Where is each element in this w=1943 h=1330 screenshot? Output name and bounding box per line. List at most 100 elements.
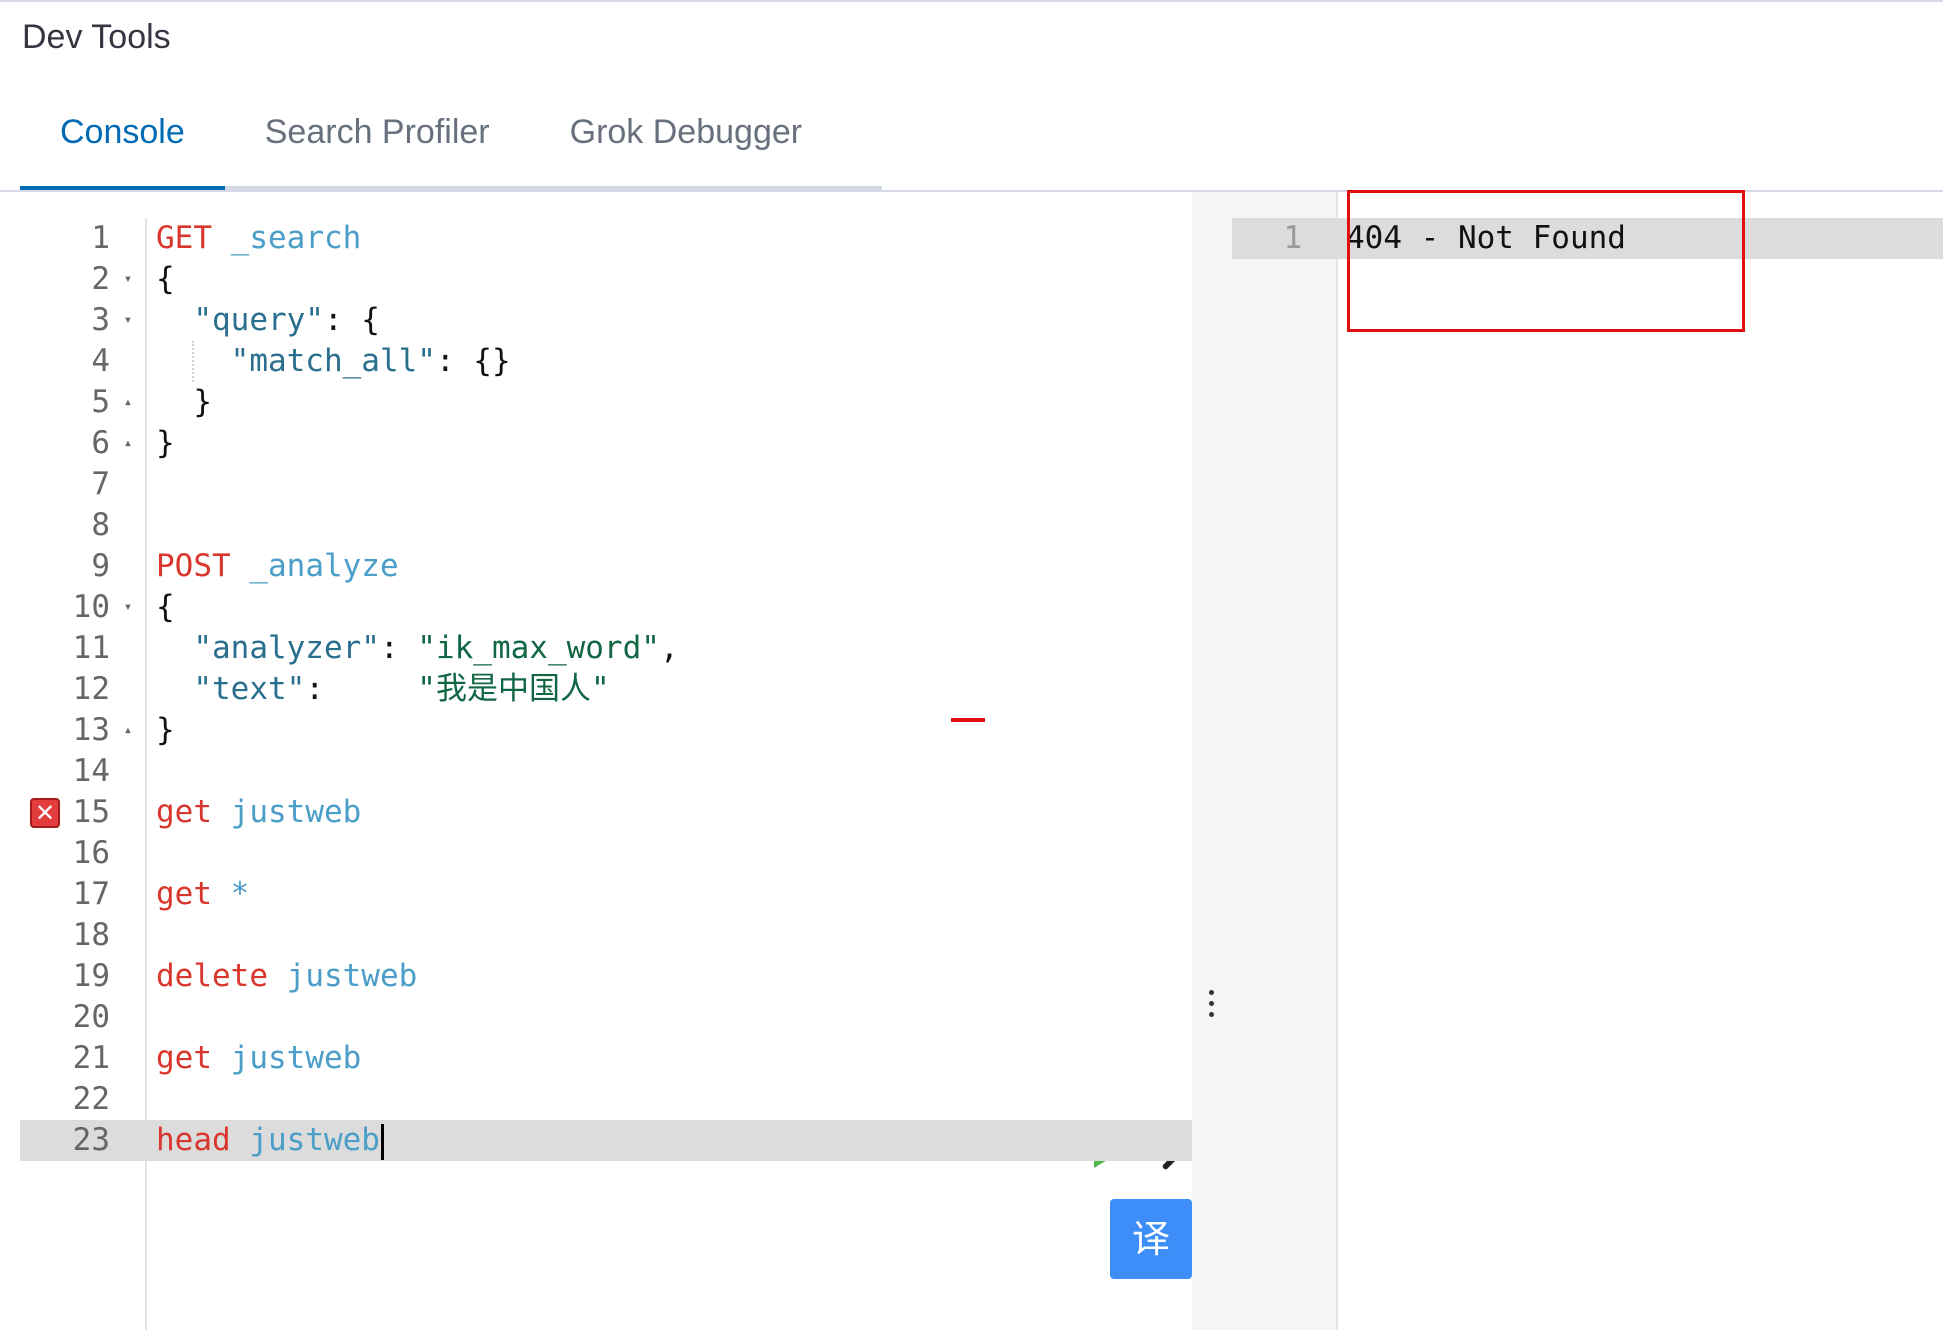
- code-token-punc: [212, 1040, 231, 1076]
- output-gutter: [1232, 192, 1338, 1330]
- code-token-method: get: [156, 876, 212, 912]
- code-line[interactable]: 3 ▾ "query": {: [20, 300, 1192, 341]
- dev-tools-app: Dev Tools Console Search Profiler Grok D…: [0, 0, 1943, 1330]
- fold-expand-icon[interactable]: ▴: [120, 423, 136, 464]
- code-text: get justweb: [156, 1038, 361, 1079]
- code-text: "analyzer": "ik_max_word",: [156, 628, 678, 669]
- code-token-punc: : {: [323, 302, 380, 338]
- code-line[interactable]: 17 get *: [20, 874, 1192, 915]
- code-text: GET _search: [156, 218, 361, 259]
- page-title: Dev Tools: [22, 18, 171, 56]
- fold-collapse-icon[interactable]: ▾: [120, 259, 136, 300]
- code-token-str: "query": [193, 302, 324, 338]
- code-text: POST _analyze: [156, 546, 399, 587]
- code-line[interactable]: 18: [20, 915, 1192, 956]
- code-line[interactable]: 14: [20, 751, 1192, 792]
- code-line[interactable]: 1 GET _search: [20, 218, 1192, 259]
- fold-collapse-icon[interactable]: ▾: [120, 300, 136, 341]
- code-line[interactable]: 7: [20, 464, 1192, 505]
- line-number: 7: [91, 466, 110, 502]
- code-line[interactable]: ✕ 15 get justweb: [20, 792, 1192, 833]
- code-line[interactable]: 9 POST _analyze: [20, 546, 1192, 587]
- code-text: head justweb: [156, 1120, 384, 1161]
- code-line[interactable]: 10 ▾ {: [20, 587, 1192, 628]
- code-token-strval: "ik_max_word": [417, 630, 660, 666]
- line-number: 23: [72, 1122, 110, 1158]
- line-number: 21: [72, 1040, 110, 1076]
- drag-handle-icon[interactable]: [1209, 990, 1215, 1023]
- line-number: 10: [72, 589, 110, 625]
- code-line[interactable]: 6 ▴}: [20, 423, 1192, 464]
- code-line[interactable]: 20: [20, 997, 1192, 1038]
- line-number: 1: [91, 220, 110, 256]
- code-token-url: *: [230, 876, 250, 912]
- line-number: 11: [72, 630, 110, 666]
- code-text: "query": {: [156, 300, 380, 341]
- code-token-method: POST: [156, 548, 231, 584]
- code-line[interactable]: 13 ▴}: [20, 710, 1192, 751]
- code-line[interactable]: 21 get justweb: [20, 1038, 1192, 1079]
- code-line[interactable]: 23 head justweb: [20, 1120, 1192, 1161]
- code-token-url: justweb: [286, 958, 418, 994]
- code-text: get *: [156, 874, 249, 915]
- line-number: 3: [91, 302, 110, 338]
- code-line[interactable]: 22: [20, 1079, 1192, 1120]
- tab-search-profiler[interactable]: Search Profiler: [225, 92, 530, 186]
- code-token-punc: [156, 343, 231, 379]
- code-token-punc: }: [156, 425, 175, 461]
- line-number: 6: [91, 425, 110, 461]
- code-text: {: [156, 259, 175, 300]
- code-token-punc: [231, 548, 250, 584]
- translate-button[interactable]: 译: [1110, 1199, 1192, 1279]
- line-number: 9: [91, 548, 110, 584]
- tab-bar: Console Search Profiler Grok Debugger: [20, 92, 882, 190]
- tab-grok-debugger[interactable]: Grok Debugger: [530, 92, 842, 186]
- line-number: 16: [72, 835, 110, 871]
- code-line[interactable]: 12 "text": "我是中国人": [20, 669, 1192, 710]
- code-token-punc: :: [379, 630, 418, 666]
- request-editor[interactable]: 译 1 GET _search 2 ▾{3 ▾ "query": {4 "match_a…: [20, 192, 1195, 1330]
- pane-resizer[interactable]: [1192, 192, 1232, 1330]
- fold-expand-icon[interactable]: ▴: [120, 710, 136, 751]
- code-token-punc: : {}: [435, 343, 511, 379]
- code-token-punc: :: [305, 671, 418, 707]
- code-text: get justweb: [156, 792, 361, 833]
- code-token-punc: [212, 220, 231, 256]
- line-number: 14: [72, 753, 110, 789]
- line-number: 17: [72, 876, 110, 912]
- code-token-punc: [212, 876, 231, 912]
- code-token-url: _search: [230, 220, 362, 256]
- code-line[interactable]: 11 "analyzer": "ik_max_word",: [20, 628, 1192, 669]
- tab-console[interactable]: Console: [20, 92, 225, 190]
- line-number: 12: [72, 671, 110, 707]
- annotation-box: [1347, 190, 1745, 332]
- code-text: }: [156, 423, 175, 464]
- code-text: }: [156, 382, 212, 423]
- code-token-punc: [156, 671, 193, 707]
- code-token-method: head: [156, 1122, 231, 1158]
- code-line[interactable]: 2 ▾ {: [20, 259, 1192, 300]
- code-token-punc: {: [156, 589, 175, 625]
- line-number: 22: [72, 1081, 110, 1117]
- fold-collapse-icon[interactable]: ▾: [120, 587, 136, 628]
- code-token-url: justweb: [230, 1040, 362, 1076]
- code-line[interactable]: 4 "match_all": {}: [20, 341, 1192, 382]
- line-number: 18: [72, 917, 110, 953]
- line-number: 4: [91, 343, 110, 379]
- code-line[interactable]: 5 ▴ }: [20, 382, 1192, 423]
- code-text: }: [156, 710, 175, 751]
- code-token-strval: "我是中国人": [417, 671, 610, 707]
- code-token-method: get: [156, 1040, 212, 1076]
- code-token-method: get: [156, 794, 212, 830]
- code-token-punc: }: [156, 712, 175, 748]
- code-text: "match_all": {}: [156, 341, 511, 382]
- code-token-punc: }: [156, 384, 212, 420]
- code-token-str: "analyzer": [193, 630, 380, 666]
- code-line[interactable]: 19 delete justweb: [20, 956, 1192, 997]
- code-token-punc: {: [156, 261, 175, 297]
- code-token-punc: [156, 630, 193, 666]
- code-line[interactable]: 16: [20, 833, 1192, 874]
- code-line[interactable]: 8: [20, 505, 1192, 546]
- code-token-str: "text": [193, 671, 306, 707]
- fold-expand-icon[interactable]: ▴: [120, 382, 136, 423]
